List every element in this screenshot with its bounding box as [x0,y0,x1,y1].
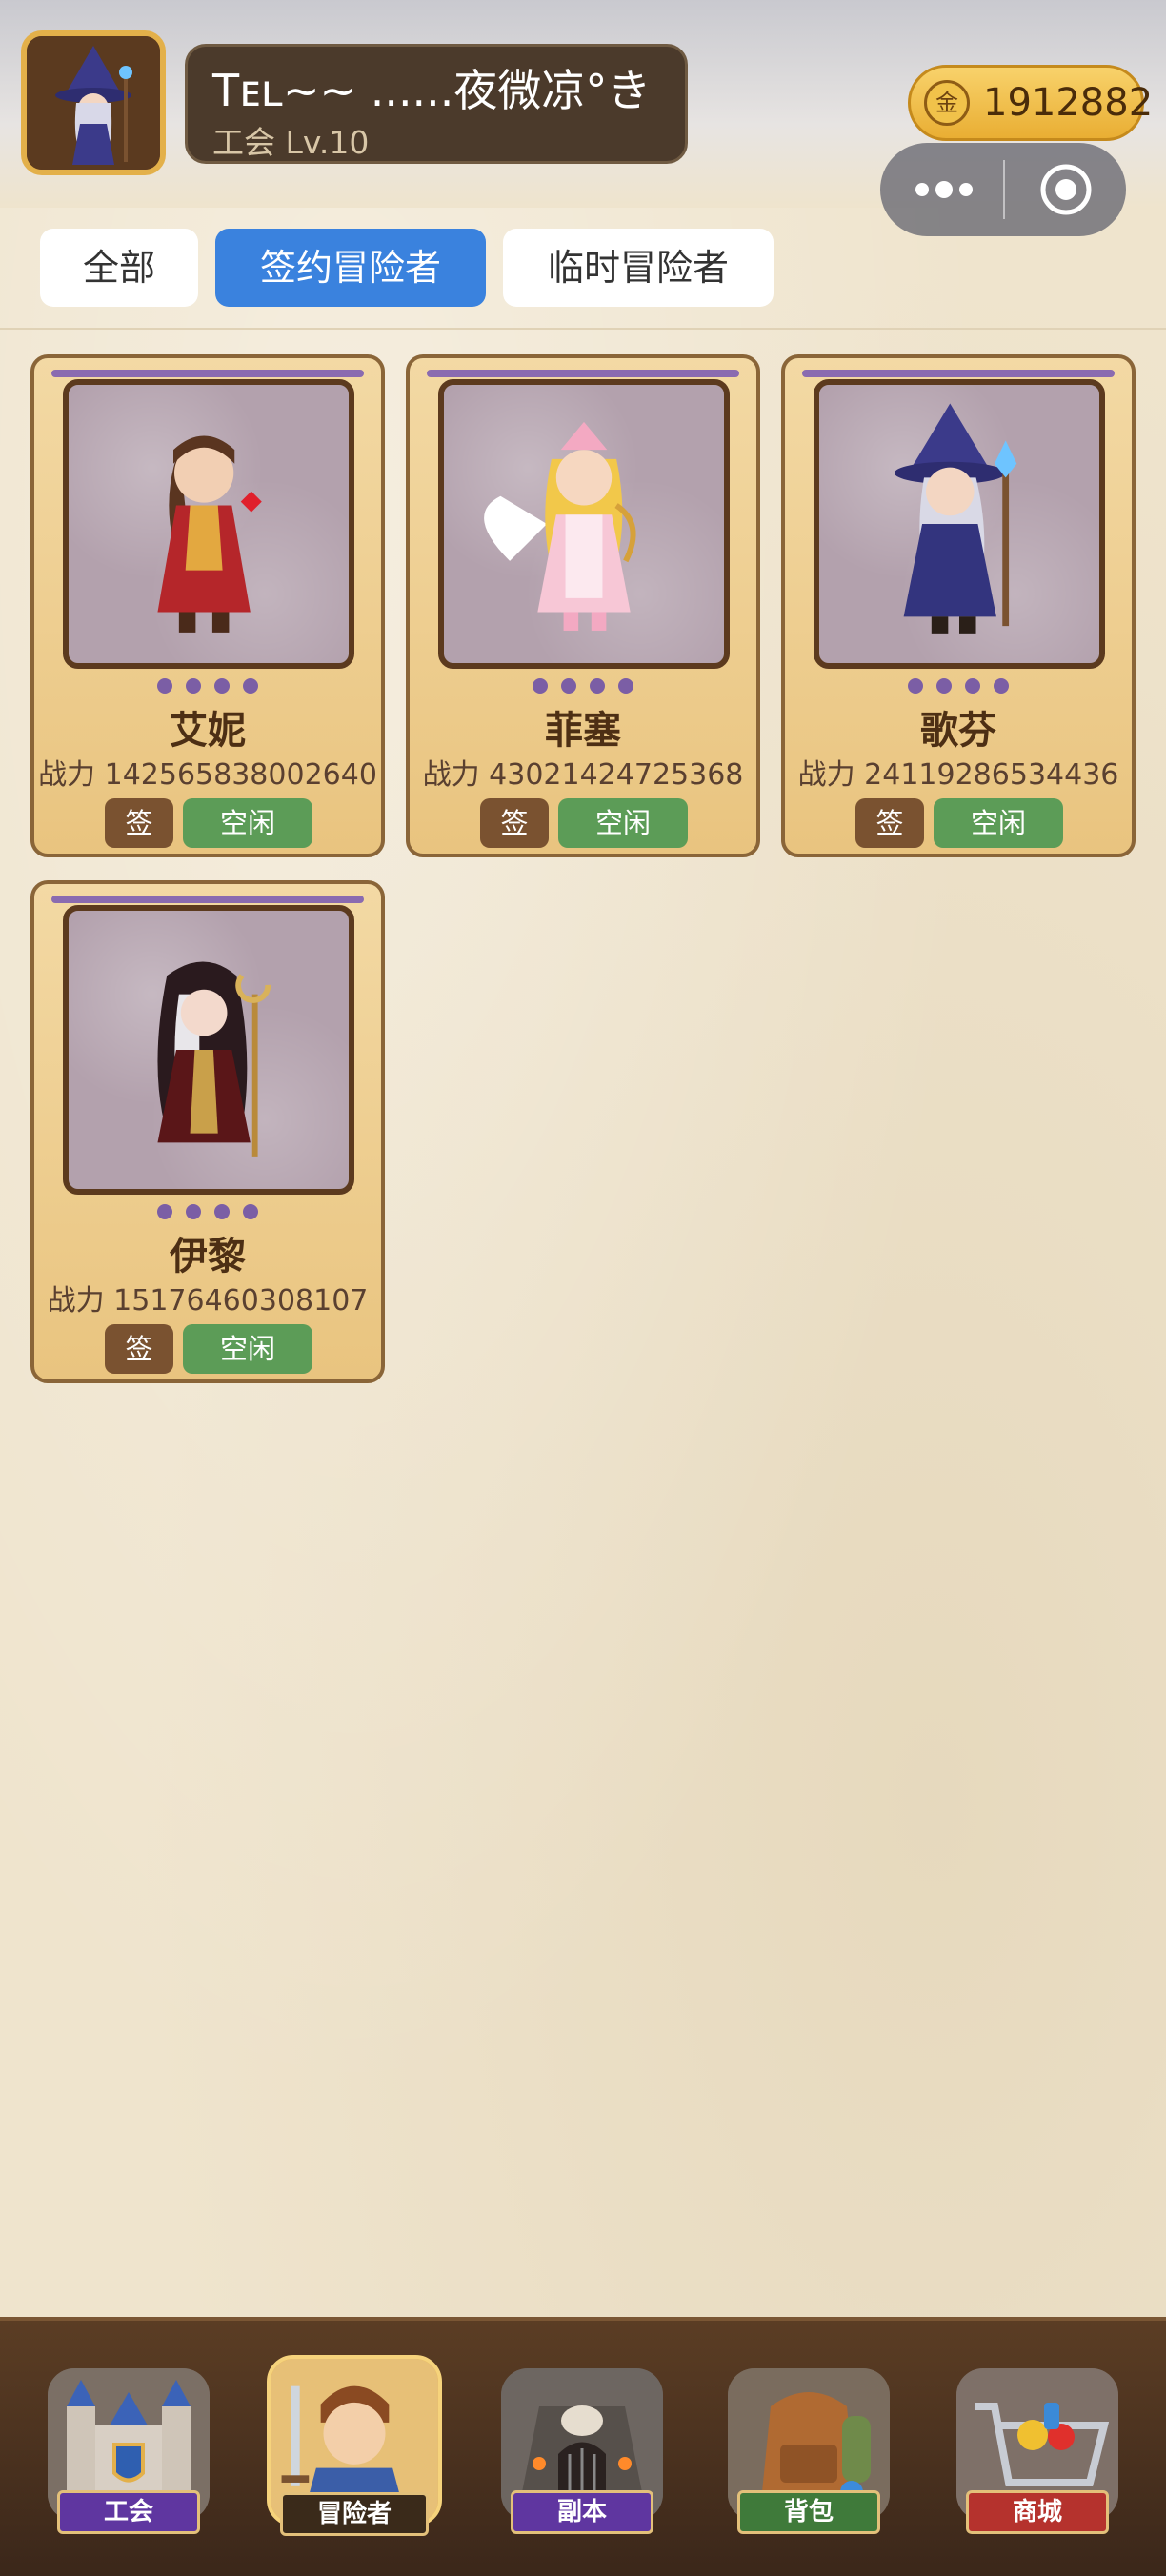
dark-priestess-portrait-icon [157,961,271,1157]
status-badge: 空闲 [934,798,1063,848]
star-icon [243,1204,258,1219]
adventurer-portrait [63,905,354,1195]
blue-wizard-portrait-icon [894,403,1017,634]
adventurer-card[interactable]: 艾妮 战力 142565838002640 签 空闲 [30,354,385,857]
star-icon [186,1204,201,1219]
adventurer-power: 战力 142565838002640 [34,751,381,793]
guild-level: 工会 Lv.10 [212,124,370,161]
more-dots-icon[interactable] [913,175,975,204]
card-rarity-bar [51,370,364,377]
contract-badge: 签 [855,798,924,848]
nav-shop[interactable]: 商城 [956,2368,1118,2540]
star-rating [34,1204,381,1223]
adventurer-name: 艾妮 [170,709,246,753]
card-rarity-bar [802,370,1115,377]
gold-coin-icon: 金 [924,80,970,126]
nav-shop-label: 商城 [966,2490,1109,2534]
star-icon [157,1204,172,1219]
adventurer-card[interactable]: 伊黎 战力 15176460308107 签 空闲 [30,880,385,1383]
status-badge: 空闲 [558,798,688,848]
angel-harpist-portrait-icon [484,421,636,631]
power-label: 战力 [422,758,480,792]
star-icon [965,678,980,694]
adventurer-portrait [814,379,1105,669]
star-rating [410,678,756,697]
adventurer-power: 战力 43021424725368 [410,751,756,793]
tab-all[interactable]: 全部 [40,229,198,307]
nav-guild[interactable]: 工会 [48,2368,210,2540]
contract-badge: 签 [105,798,173,848]
star-icon [994,678,1009,694]
star-icon [561,678,576,694]
nav-adventurers[interactable]: 冒险者 [267,2355,442,2546]
nav-dungeon-label: 副本 [511,2490,653,2534]
star-icon [908,678,923,694]
star-icon [243,678,258,694]
nav-backpack-label: 背包 [737,2490,880,2534]
star-icon [533,678,548,694]
status-badge: 空闲 [183,798,312,848]
nav-dungeon[interactable]: 副本 [501,2368,663,2540]
card-rarity-bar [427,370,739,377]
adventurer-name: 歌芬 [920,709,996,753]
status-badge: 空闲 [183,1324,312,1374]
adventurer-power: 战力 24119286534436 [785,751,1132,793]
adventurer-card[interactable]: 菲塞 战力 43021424725368 签 空闲 [406,354,760,857]
star-icon [590,678,605,694]
power-value: 24119286534436 [864,758,1119,792]
adventurer-power: 战力 15176460308107 [34,1277,381,1318]
player-info-box: Tᴇʟ~~ ......夜微凉°き 工会 Lv.10 [185,44,688,164]
nav-backpack[interactable]: 背包 [728,2368,890,2540]
adventurer-card[interactable]: 歌芬 战力 24119286534436 签 空闲 [781,354,1136,857]
star-rating [785,678,1132,697]
card-rarity-bar [51,896,364,903]
star-icon [214,1204,230,1219]
power-value: 43021424725368 [489,758,744,792]
wizard-avatar-icon [27,36,160,170]
star-icon [186,678,201,694]
contract-badge: 签 [480,798,549,848]
close-target-icon[interactable] [1038,162,1094,217]
tab-contract-adventurers[interactable]: 签约冒险者 [215,229,486,307]
miniprogram-capsule [880,143,1126,236]
adventurer-portrait [438,379,730,669]
power-label: 战力 [47,1284,105,1318]
star-icon [157,678,172,694]
contract-badge: 签 [105,1324,173,1374]
coin-balance[interactable]: 金 1912882 [908,65,1153,141]
adventurer-portrait [63,379,354,669]
tab-temporary-adventurers[interactable]: 临时冒险者 [503,229,774,307]
power-label: 战力 [38,758,96,792]
capsule-divider [1003,160,1005,219]
power-value: 15176460308107 [113,1284,369,1318]
red-mage-portrait-icon [157,435,262,633]
nav-adventurers-label: 冒险者 [280,2492,429,2536]
star-icon [618,678,633,694]
tabs-divider [0,328,1166,330]
coin-amount: 1912882 [983,81,1154,125]
nav-guild-label: 工会 [57,2490,200,2534]
adventurer-name: 伊黎 [170,1235,246,1278]
power-value: 142565838002640 [104,758,377,792]
adventurer-name: 菲塞 [545,709,621,753]
star-rating [34,678,381,697]
player-name: Tᴇʟ~~ ......夜微凉°き [212,65,652,116]
star-icon [214,678,230,694]
star-icon [936,678,952,694]
bottom-navigation: 工会 冒险者 副本 背包 商城 [0,2317,1166,2576]
top-header: Tᴇʟ~~ ......夜微凉°き 工会 Lv.10 金 1912882 [0,0,1166,236]
player-avatar[interactable] [21,30,166,175]
power-label: 战力 [797,758,855,792]
